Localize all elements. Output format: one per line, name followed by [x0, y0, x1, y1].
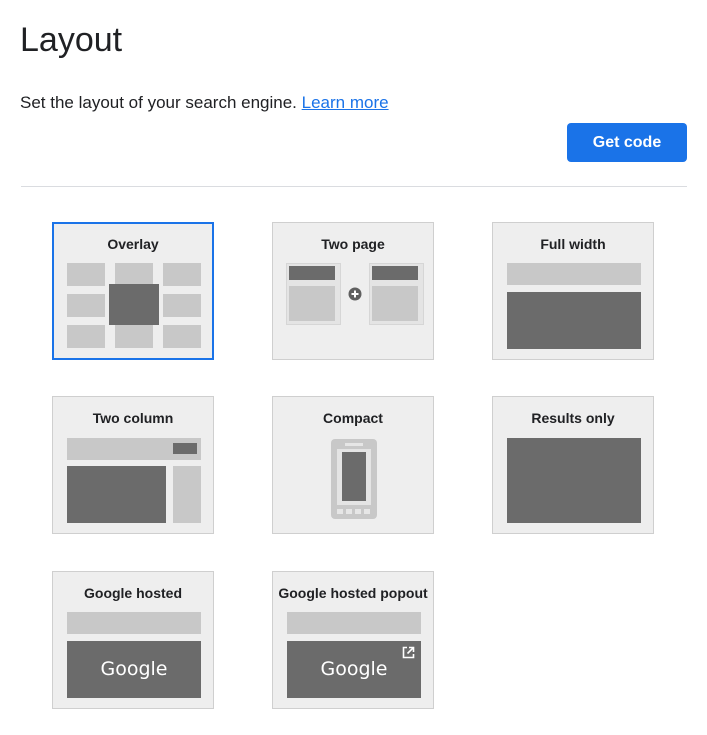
- page-title: Layout: [20, 21, 123, 59]
- open-in-new-icon: [402, 646, 415, 659]
- google-logo: Google: [320, 658, 388, 680]
- description-text: Set the layout of your search engine.: [20, 93, 297, 112]
- layout-option-google-hosted-popout[interactable]: Google hosted popout Google: [272, 571, 434, 709]
- layout-option-two-page[interactable]: Two page: [272, 222, 434, 360]
- layout-label: Compact: [323, 410, 383, 426]
- learn-more-link[interactable]: Learn more: [302, 93, 389, 112]
- layout-option-overlay[interactable]: Overlay: [52, 222, 214, 360]
- page-description: Set the layout of your search engine. Le…: [20, 92, 389, 114]
- layout-option-results-only[interactable]: Results only: [492, 396, 654, 534]
- layout-label: Two page: [321, 236, 385, 252]
- divider: [21, 186, 687, 187]
- layout-label: Results only: [531, 410, 615, 426]
- plus-circle-icon: [348, 287, 362, 301]
- layout-label: Overlay: [107, 236, 159, 252]
- layout-option-compact[interactable]: Compact: [272, 396, 434, 534]
- layout-label: Full width: [540, 236, 606, 252]
- get-code-button[interactable]: Get code: [567, 123, 687, 162]
- phone-icon: [331, 439, 377, 519]
- google-logo: Google: [100, 658, 168, 680]
- layout-label: Two column: [92, 410, 174, 426]
- layout-option-google-hosted[interactable]: Google hosted Google: [52, 571, 214, 709]
- layout-label: Google hosted popout: [278, 585, 428, 601]
- layout-label: Google hosted: [84, 585, 182, 601]
- layout-option-full-width[interactable]: Full width: [492, 222, 654, 360]
- layout-option-two-column[interactable]: Two column: [52, 396, 214, 534]
